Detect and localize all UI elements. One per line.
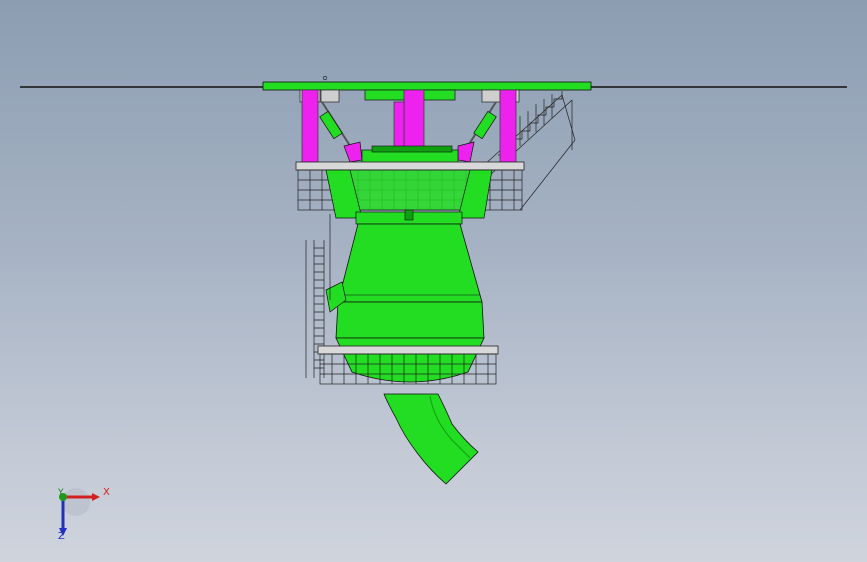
x-axis-label: X <box>103 487 110 498</box>
upper-platform-deck <box>295 161 525 171</box>
cad-viewport[interactable]: X Y Z <box>0 0 867 562</box>
y-axis-label: Y <box>58 488 64 498</box>
mid-hub-cap <box>371 145 453 153</box>
staircase <box>483 91 576 211</box>
vessel-lower <box>335 301 485 339</box>
model-drawing[interactable] <box>0 0 867 562</box>
column-right <box>499 89 517 163</box>
top-plate <box>262 81 592 91</box>
upper-beam-mid-left <box>320 89 340 103</box>
discharge-pipe <box>383 393 479 485</box>
vessel-neck-tab <box>404 209 414 221</box>
cylinder-left <box>319 101 363 163</box>
z-axis-label: Z <box>58 531 65 542</box>
upper-beam-mid-right <box>481 89 501 103</box>
rotating-ring <box>349 169 471 211</box>
top-plate-marker <box>322 75 328 81</box>
cylinder-right <box>457 101 497 163</box>
vessel-cone <box>337 223 483 303</box>
column-left <box>301 89 319 163</box>
vessel-bottom <box>335 337 485 383</box>
lower-platform-deck <box>317 345 499 355</box>
